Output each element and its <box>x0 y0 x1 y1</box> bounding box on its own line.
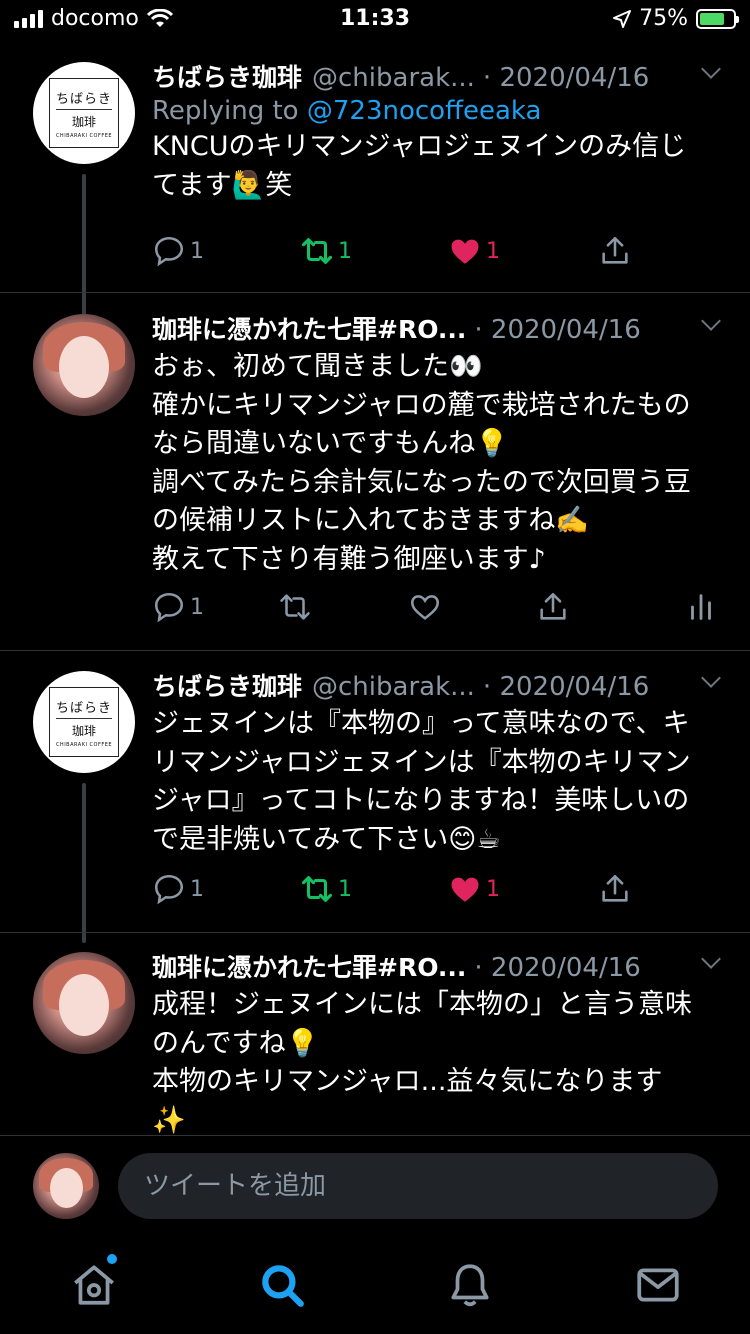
tweet-date[interactable]: · 2020/04/16 <box>483 63 649 93</box>
share-button[interactable] <box>598 234 632 268</box>
tab-messages[interactable] <box>633 1260 683 1310</box>
tweet-date[interactable]: · 2020/04/16 <box>483 672 649 702</box>
battery-icon <box>696 8 739 29</box>
like-button[interactable] <box>408 590 442 624</box>
replying-to: Replying to @723nocoffeeaka <box>152 96 542 126</box>
retweet-count: 1 <box>338 238 352 264</box>
like-button[interactable]: 1 <box>448 872 500 906</box>
avatar-face <box>50 1168 83 1208</box>
chevron-down-icon[interactable] <box>701 949 721 969</box>
compose-bar: ツイートを追加 <box>0 1136 750 1236</box>
avatar[interactable] <box>33 314 135 416</box>
reply-icon <box>154 874 184 905</box>
heart-filled-icon <box>451 877 479 902</box>
reply-count: 1 <box>190 594 204 620</box>
retweet-count: 1 <box>338 876 352 902</box>
tweet-actions: 1 1 1 <box>152 872 722 912</box>
reply-icon <box>154 236 184 267</box>
like-count: 1 <box>486 238 500 264</box>
status-right: 75% <box>613 6 739 31</box>
share-icon <box>602 236 628 264</box>
notification-dot <box>107 1254 117 1264</box>
share-button[interactable] <box>598 872 632 906</box>
tab-search[interactable] <box>257 1260 307 1310</box>
retweet-icon <box>301 238 333 264</box>
tab-bar <box>0 1240 750 1334</box>
display-name[interactable]: ちばらき珈琲 <box>152 667 302 703</box>
tweet-actions: 1 <box>152 590 722 630</box>
divider <box>0 650 750 651</box>
tweet-text: 成程！ジェヌインには「本物の」と言う意味 のんですね💡 本物のキリマンジャロ..… <box>152 989 692 1136</box>
retweet-icon <box>280 594 310 620</box>
reply-button[interactable]: 1 <box>152 590 204 624</box>
share-icon <box>602 874 628 902</box>
display-name[interactable]: 珈琲に憑かれた七罪#RO... <box>152 310 466 346</box>
avatar[interactable]: ちばらき 珈琲 CHIBARAKI COFFEE <box>33 62 135 164</box>
reply-handle-link[interactable]: @723nocoffeeaka <box>307 96 542 126</box>
avatar[interactable] <box>33 1153 99 1219</box>
retweet-button[interactable]: 1 <box>300 234 352 268</box>
tweet-date[interactable]: · 2020/04/16 <box>474 953 640 983</box>
chevron-down-icon[interactable] <box>701 311 721 331</box>
chevron-down-icon[interactable] <box>701 59 721 79</box>
display-name[interactable]: ちばらき珈琲 <box>152 58 302 94</box>
reply-count: 1 <box>190 238 204 264</box>
like-button[interactable]: 1 <box>448 234 500 268</box>
search-icon <box>262 1265 304 1307</box>
avatar[interactable]: ちばらき 珈琲 CHIBARAKI COFFEE <box>33 671 135 773</box>
chevron-down-icon[interactable] <box>701 668 721 688</box>
reply-count: 1 <box>190 876 204 902</box>
location-arrow-icon <box>613 9 632 28</box>
notifications-icon <box>451 1264 489 1307</box>
reply-button[interactable]: 1 <box>152 872 204 906</box>
status-bar: docomo 11:33 75% <box>0 0 750 40</box>
thread-line <box>82 783 86 943</box>
divider <box>0 932 750 933</box>
heart-icon <box>410 595 440 620</box>
share-icon <box>540 592 566 620</box>
tweet-text: おぉ、初めて聞きました👀 確かにキリマンジャロの麓で栽培されたもの なら間違いな… <box>152 351 691 575</box>
battery-percent: 75% <box>639 6 688 31</box>
heart-filled-icon <box>451 239 479 264</box>
reply-button[interactable]: 1 <box>152 234 204 268</box>
tweet-date[interactable]: · 2020/04/16 <box>474 315 640 345</box>
retweet-icon <box>301 876 333 902</box>
divider <box>0 292 750 293</box>
messages-icon <box>637 1268 679 1302</box>
tweet-text: ジェヌインは『本物の』って意味なので、キ リマンジャロジェヌインは『本物のキリマ… <box>152 708 691 855</box>
username[interactable]: @chibarak... <box>312 672 475 702</box>
chibaraki-logo: ちばらき 珈琲 CHIBARAKI COFFEE <box>49 78 119 148</box>
tab-notifications[interactable] <box>445 1260 495 1310</box>
avatar[interactable] <box>33 952 135 1054</box>
like-count: 1 <box>486 876 500 902</box>
tab-home[interactable] <box>69 1254 119 1310</box>
tweet-actions: 1 1 1 <box>152 234 722 274</box>
retweet-button[interactable]: 1 <box>300 872 352 906</box>
home-icon <box>74 1265 114 1305</box>
tweet-text: KNCUのキリマンジャロジェヌインのみ信じ てます🙋‍♂️笑 <box>152 131 687 201</box>
reply-input[interactable]: ツイートを追加 <box>118 1153 718 1219</box>
retweet-button[interactable] <box>278 590 312 624</box>
display-name[interactable]: 珈琲に憑かれた七罪#RO... <box>152 948 466 984</box>
analytics-icon <box>691 594 711 620</box>
analytics-button[interactable] <box>684 590 718 624</box>
share-button[interactable] <box>536 590 570 624</box>
reply-icon <box>154 592 184 623</box>
chibaraki-logo: ちばらき 珈琲 CHIBARAKI COFFEE <box>49 687 119 757</box>
avatar-face <box>59 336 109 398</box>
username[interactable]: @chibarak... <box>312 63 475 93</box>
avatar-face <box>59 974 109 1036</box>
